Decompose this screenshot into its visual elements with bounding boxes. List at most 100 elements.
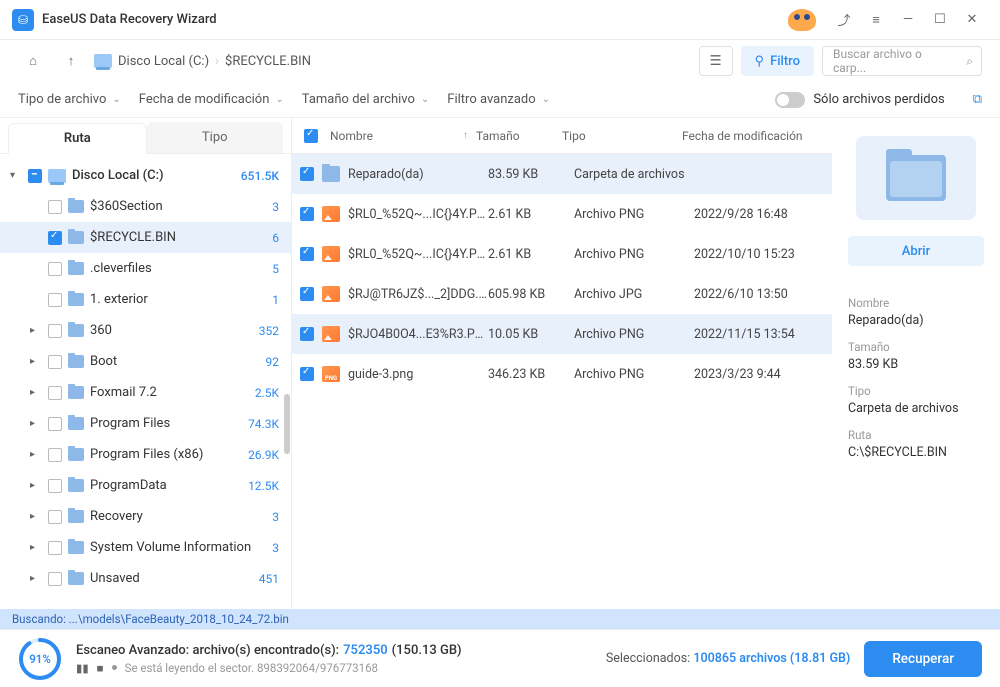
checkbox[interactable] [48, 510, 62, 524]
col-date[interactable]: Fecha de modificación [682, 129, 824, 143]
col-type[interactable]: Tipo [562, 129, 682, 143]
list-view-button[interactable]: ☰ [699, 46, 733, 76]
checkbox[interactable] [48, 293, 62, 307]
tree-item[interactable]: $360Section3 [0, 191, 291, 222]
checkbox[interactable] [48, 417, 62, 431]
breadcrumb[interactable]: Disco Local (C:) › $RECYCLE.BIN [94, 54, 311, 69]
col-size[interactable]: Tamaño [476, 129, 562, 143]
sidebar: Ruta Tipo ▾ Disco Local (C:) 651.5K $360… [0, 118, 292, 609]
toggle-switch[interactable] [775, 92, 805, 108]
tree-item[interactable]: ▸System Volume Information3 [0, 532, 291, 563]
expand-icon[interactable]: ▸ [30, 542, 42, 553]
mascot-icon[interactable] [788, 9, 816, 31]
expand-icon[interactable]: ▸ [30, 573, 42, 584]
checkbox[interactable] [48, 200, 62, 214]
filter-size[interactable]: Tamaño del archivo⌄ [302, 92, 430, 107]
tree-count: 26.9K [248, 448, 279, 462]
expand-icon[interactable]: ▸ [30, 480, 42, 491]
meta-label-path: Ruta [848, 428, 984, 442]
expand-icon[interactable]: ▸ [30, 356, 42, 367]
filter-type[interactable]: Tipo de archivo⌄ [18, 92, 121, 107]
file-size: 605.98 KB [488, 287, 574, 302]
up-button[interactable]: ↑ [56, 46, 86, 76]
folder-icon [68, 386, 84, 399]
select-all-checkbox[interactable] [304, 129, 318, 143]
tree-root[interactable]: ▾ Disco Local (C:) 651.5K [0, 160, 291, 191]
checkbox[interactable] [300, 287, 314, 301]
recover-button[interactable]: Recuperar [864, 641, 982, 677]
image-icon [322, 246, 340, 262]
folder-icon [322, 166, 340, 182]
tree-item[interactable]: ▸Boot92 [0, 346, 291, 377]
table-row[interactable]: guide-3.png346.23 KBArchivo PNG2023/3/23… [292, 354, 832, 394]
checkbox[interactable] [48, 541, 62, 555]
collapse-icon[interactable]: ▾ [10, 170, 22, 181]
folder-icon [68, 293, 84, 306]
checkbox[interactable] [48, 355, 62, 369]
checkbox[interactable] [48, 262, 62, 276]
tree-item[interactable]: ▸Unsaved451 [0, 563, 291, 594]
file-name: Reparado(da) [348, 167, 488, 182]
home-button[interactable]: ⌂ [18, 46, 48, 76]
folder-tree[interactable]: ▾ Disco Local (C:) 651.5K $360Section3$R… [0, 154, 291, 609]
checkbox[interactable] [48, 324, 62, 338]
expand-icon[interactable]: ▸ [30, 418, 42, 429]
tree-item[interactable]: .cleverfiles5 [0, 253, 291, 284]
open-button[interactable]: Abrir [848, 236, 984, 266]
tree-collapse-icon[interactable]: ⧉ [973, 92, 982, 107]
table-row[interactable]: $RL0_%52Q~...IC{}4Y.PNG2.61 KBArchivo PN… [292, 234, 832, 274]
table-row[interactable]: $RL0_%52Q~...IC{}4Y.PNG2.61 KBArchivo PN… [292, 194, 832, 234]
selection-info: Seleccionados: 100865 archivos (18.81 GB… [606, 651, 850, 666]
filter-advanced[interactable]: Filtro avanzado⌄ [447, 92, 550, 107]
tree-item[interactable]: ▸Program Files74.3K [0, 408, 291, 439]
expand-icon[interactable]: ▸ [30, 387, 42, 398]
checkbox[interactable] [28, 169, 42, 183]
filter-button[interactable]: ⚲ Filtro [741, 46, 814, 76]
table-row[interactable]: Reparado(da)83.59 KBCarpeta de archivos [292, 154, 832, 194]
expand-icon[interactable]: ▸ [30, 325, 42, 336]
close-button[interactable]: ✕ [956, 4, 988, 36]
checkbox[interactable] [48, 479, 62, 493]
filter-date[interactable]: Fecha de modificación⌄ [139, 92, 284, 107]
scrollbar-thumb[interactable] [284, 394, 290, 454]
file-date: 2022/10/10 15:23 [694, 247, 824, 262]
tree-count: 74.3K [248, 417, 279, 431]
table-row[interactable]: $RJO4B0O4...E3%R3.PNG10.05 KBArchivo PNG… [292, 314, 832, 354]
checkbox[interactable] [48, 448, 62, 462]
share-icon[interactable]: ⤴ [828, 4, 860, 36]
menu-icon[interactable]: ≡ [860, 4, 892, 36]
search-input[interactable]: Buscar archivo o carp... ⌕ [822, 46, 982, 76]
tab-path[interactable]: Ruta [8, 123, 147, 154]
sort-asc-icon[interactable]: ↑ [463, 130, 468, 141]
sidebar-tabs: Ruta Tipo [0, 118, 291, 154]
checkbox[interactable] [300, 207, 314, 221]
tree-item[interactable]: $RECYCLE.BIN6 [0, 222, 291, 253]
checkbox[interactable] [300, 327, 314, 341]
checkbox[interactable] [300, 167, 314, 181]
tree-item[interactable]: ▸ Program Files (x86) 26.9K [0, 439, 291, 470]
tree-label: Program Files (x86) [90, 447, 242, 462]
col-name[interactable]: Nombre ↑ [300, 129, 476, 143]
checkbox[interactable] [48, 386, 62, 400]
expand-icon[interactable]: ▸ [30, 511, 42, 522]
minimize-button[interactable]: — [892, 4, 924, 36]
lost-only-toggle[interactable]: Sólo archivos perdidos [775, 92, 944, 108]
expand-icon[interactable]: ▸ [30, 449, 42, 460]
tree-item[interactable]: ▸Recovery3 [0, 501, 291, 532]
checkbox[interactable] [48, 572, 62, 586]
table-row[interactable]: $RJ@TR6JZ$..._2]DDG.JPG605.98 KBArchivo … [292, 274, 832, 314]
checkbox[interactable] [300, 367, 314, 381]
file-size: 2.61 KB [488, 247, 574, 262]
tree-item[interactable]: ▸360352 [0, 315, 291, 346]
maximize-button[interactable]: ☐ [924, 4, 956, 36]
folder-icon [68, 262, 84, 275]
tree-item[interactable]: 1. exterior1 [0, 284, 291, 315]
tree-count: 3 [272, 541, 279, 555]
tree-count: 3 [272, 510, 279, 524]
checkbox[interactable] [300, 247, 314, 261]
tree-item[interactable]: ▸ProgramData12.5K [0, 470, 291, 501]
tab-type[interactable]: Tipo [147, 122, 284, 153]
tree-label: Foxmail 7.2 [90, 385, 249, 400]
tree-item[interactable]: ▸Foxmail 7.22.5K [0, 377, 291, 408]
checkbox[interactable] [48, 231, 62, 245]
